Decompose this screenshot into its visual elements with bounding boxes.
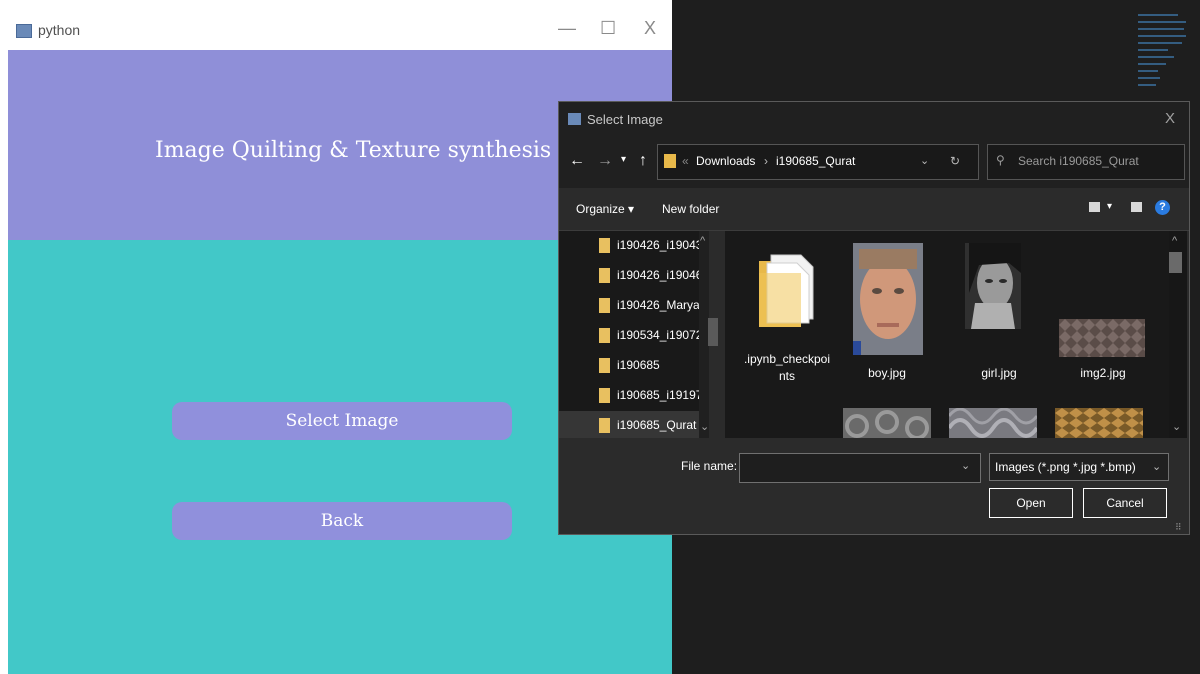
nav-folder-label: i190685 [617,358,660,372]
boy-image-thumbnail [853,243,923,355]
nav-scroll-down-icon[interactable]: ⌄ [700,420,709,433]
dialog-title: Select Image [587,112,663,127]
file-type-filter-select[interactable]: Images (*.png *.jpg *.bmp) ⌄ [989,453,1169,481]
address-separator: › [764,154,768,168]
folder-icon [599,358,610,373]
nav-scroll-thumb[interactable] [708,318,718,346]
app-heading: Image Quilting & Texture synthesis [155,138,552,163]
file-type-filter-value: Images (*.png *.jpg *.bmp) [995,460,1136,474]
file-name: .ipynb_checkpoi [743,352,831,366]
search-placeholder: Search i190685_Qurat [1018,154,1139,168]
preview-pane-icon[interactable] [1131,202,1142,212]
nav-folder-label: i190426_MaryamN [617,298,709,312]
nav-folder-label: i190426_i190435_A [617,238,709,252]
file-name-input[interactable] [739,453,981,483]
back-arrow-icon[interactable]: ← [569,152,585,170]
search-icon: ⚲ [996,153,1005,167]
view-options-chevron-icon[interactable]: ▾ [1107,201,1112,212]
file-list-scroll-down-icon[interactable]: ⌄ [1172,420,1181,433]
refresh-icon[interactable]: ↻ [950,154,960,168]
file-name: girl.jpg [981,366,1017,380]
new-folder-button[interactable]: New folder [662,202,719,216]
file-list-scroll-up-icon[interactable]: ^ [1172,235,1177,247]
folder-icon [599,418,610,433]
address-bar[interactable]: « Downloads › i190685_Qurat ⌄ ↻ [657,144,979,180]
open-button[interactable]: Open [989,488,1073,518]
select-image-dialog: Select Image X ← → ▾ ↑ « Downloads › i19… [558,101,1190,535]
nav-folder-label: i190534_i190721_i1 [617,328,709,342]
window-title: python [38,22,81,38]
address-segment-downloads[interactable]: Downloads [696,154,755,168]
texture-image-thumbnail [843,408,931,438]
folder-icon [599,298,610,313]
file-list-scroll-thumb[interactable] [1169,252,1182,273]
resize-grip-icon[interactable]: ⠿ [1175,522,1182,533]
nav-folder-item-selected[interactable]: i190685_Qurat [559,411,699,438]
cancel-button[interactable]: Cancel [1083,488,1167,518]
organize-menu[interactable]: Organize ▾ [576,202,634,216]
nav-folder-item[interactable]: i190426_i190435_A [559,231,709,261]
dialog-titlebar: Select Image X [559,102,1189,138]
file-name-dropdown-chevron-icon[interactable]: ⌄ [961,459,970,472]
close-button[interactable]: X [644,18,656,39]
navigation-pane: i190426_i190435_A i190426_i190468_i1 i19… [559,231,709,438]
folder-icon [599,238,610,253]
nav-folder-item[interactable]: i190426_i190468_i1 [559,261,709,291]
search-box[interactable]: ⚲ Search i190685_Qurat [987,144,1185,180]
app-icon [16,24,32,38]
address-dropdown-chevron-icon[interactable]: ⌄ [920,154,929,167]
texture-image-thumbnail [949,408,1037,438]
folder-icon [759,254,814,327]
address-segment-current[interactable]: i190685_Qurat [776,154,855,168]
change-view-icon[interactable] [1089,202,1100,212]
girl-image-thumbnail [965,243,1021,329]
nav-folder-label: i190426_i190468_i1 [617,268,709,282]
nav-scroll-up-icon[interactable]: ^ [700,235,705,247]
address-overflow[interactable]: « [682,154,689,168]
background-code-lines [1138,14,1188,91]
minimize-button[interactable]: — [558,18,576,39]
back-button[interactable]: Back [172,502,512,540]
folder-icon [664,154,676,168]
folder-icon [599,268,610,283]
recent-locations-chevron-icon[interactable]: ▾ [621,154,626,165]
up-arrow-icon[interactable]: ↑ [639,152,647,170]
file-list: .ipynb_checkpoi nts boy.jpg girl.jpg img… [725,231,1169,438]
command-bar: Organize ▾ New folder ▾ ? [559,188,1189,231]
file-name: boy.jpg [868,366,906,380]
file-name: img2.jpg [1080,366,1126,380]
python-titlebar: python — ☐ X [8,10,672,50]
file-name-continued: nts [778,369,795,383]
nav-folder-item[interactable]: i190534_i190721_i1 [559,321,709,351]
nav-folder-label: i190685_i191977 [617,388,709,402]
help-icon[interactable]: ? [1155,200,1170,215]
nav-folder-item[interactable]: i190426_MaryamN [559,291,709,321]
dialog-app-icon [568,113,581,125]
img2-image-thumbnail [1059,319,1145,357]
chevron-down-icon: ⌄ [1152,461,1162,473]
nav-folder-label: i190685_Qurat [617,418,697,432]
select-image-button[interactable]: Select Image [172,402,512,440]
navigation-bar: ← → ▾ ↑ « Downloads › i190685_Qurat ⌄ ↻ … [559,138,1189,188]
dialog-close-button[interactable]: X [1165,110,1175,127]
maximize-button[interactable]: ☐ [600,18,616,39]
folder-icon [599,328,610,343]
file-name-label: File name: [681,459,738,473]
folder-icon [599,388,610,403]
texture-image-thumbnail [1055,408,1143,438]
forward-arrow-icon[interactable]: → [597,152,613,170]
nav-folder-item[interactable]: i190685_i191977 [559,381,709,411]
nav-folder-item[interactable]: i190685 [559,351,699,381]
